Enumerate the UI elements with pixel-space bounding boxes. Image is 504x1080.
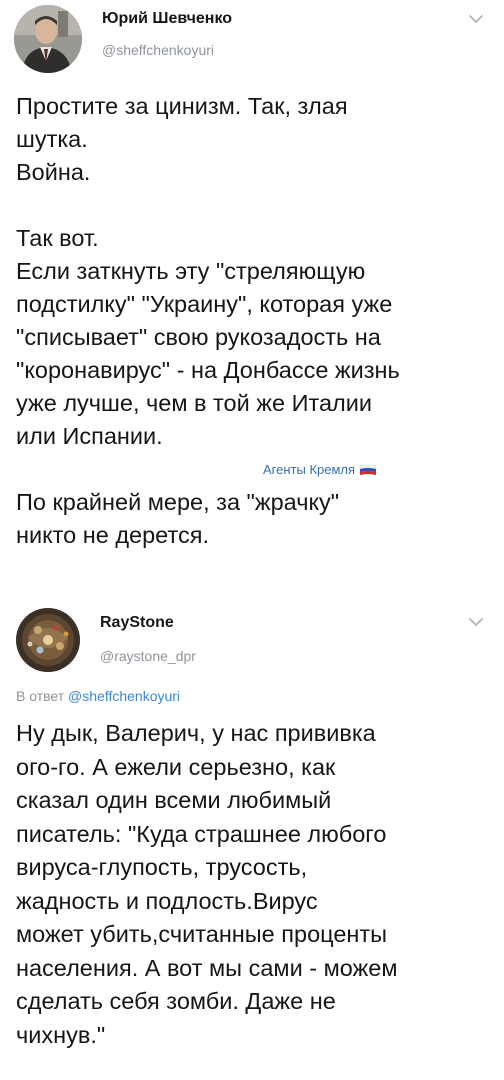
tweet-line: Ну дык, Валерич, у нас прививка: [16, 720, 376, 746]
tweet-line: или Испании.: [16, 423, 163, 449]
tweet: Юрий Шевченко @sheffchenkoyuri Простите …: [0, 0, 504, 600]
tweet-line: ого-го. А ежели серьезно, как: [16, 753, 336, 780]
reply-prefix: В ответ: [16, 688, 69, 704]
chevron-down-icon[interactable]: [468, 14, 484, 24]
avatar-image: [14, 5, 82, 73]
author-handle[interactable]: @raystone_dpr: [100, 648, 196, 664]
reply-mention-link[interactable]: @sheffchenkoyuri: [68, 688, 180, 704]
tweet-line: По крайней мере, за "жрачку": [16, 489, 340, 515]
tweet-line: уже лучше, чем в той же Италии: [16, 390, 372, 416]
author-name[interactable]: Юрий Шевченко: [102, 10, 232, 28]
avatar[interactable]: [14, 5, 82, 73]
tweet-line: вируса-глупость, трусость,: [16, 854, 308, 880]
tweet-line: "списывает" свою рукозадость на: [16, 324, 381, 350]
reply-context: В ответ @sheffchenkoyuri: [16, 688, 180, 704]
tweet-line: населения. А вот мы сами - можем: [16, 954, 398, 981]
tweet-line: никто не дерется.: [16, 522, 209, 548]
tweet-line: Война.: [16, 159, 91, 185]
tweet-line: подстилку" "Украину", которая уже: [16, 291, 393, 317]
tweet-line: Так вот.: [16, 225, 99, 251]
watermark: Агенты Кремля: [263, 462, 377, 477]
tweet-line: сказал один всеми любимый: [16, 787, 332, 813]
tweet-line: чихнув.": [16, 1021, 106, 1048]
author-handle[interactable]: @sheffchenkoyuri: [102, 42, 214, 58]
tweet-text: Ну дык, Валерич, у нас прививка ого-го. …: [16, 717, 496, 1052]
tweet-line: "коронавирус" - на Донбассе жизнь: [16, 357, 400, 383]
tweet-line: сделать себя зомби. Даже не: [16, 988, 336, 1014]
author-name[interactable]: RayStone: [100, 614, 174, 632]
tweet-text: Простите за цинизм. Так, злая шутка. Вой…: [16, 90, 496, 552]
tweet-line: может убить,считанные проценты: [16, 921, 388, 947]
tweet-line: писатель: "Куда страшнее любого: [16, 820, 387, 847]
tweet-line: шутка.: [16, 126, 88, 152]
tweet-line: Если заткнуть эту "стреляющую: [16, 258, 366, 284]
chevron-down-icon[interactable]: [468, 617, 484, 627]
avatar-image: [16, 608, 80, 672]
watermark-text: Агенты Кремля: [263, 462, 356, 477]
tweet-line: жадность и подлость.Вирус: [16, 887, 318, 914]
tweet-line: Простите за цинизм. Так, злая: [16, 93, 348, 119]
russian-flag-icon: [359, 464, 377, 476]
avatar[interactable]: [16, 608, 80, 672]
